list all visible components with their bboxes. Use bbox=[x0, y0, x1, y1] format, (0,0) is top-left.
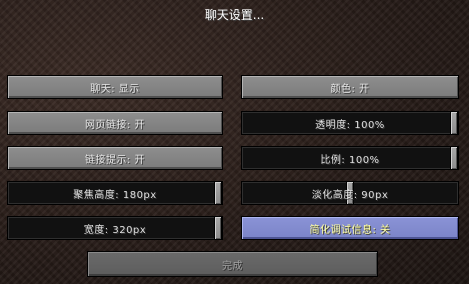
web-links-label: 网页链接: 开 bbox=[84, 119, 146, 131]
scale-label: 比例: 100% bbox=[320, 154, 380, 166]
done-button[interactable]: 完成 bbox=[87, 251, 378, 277]
chat-visibility-button[interactable]: 聊天: 显示 bbox=[7, 75, 223, 99]
reduced-debug-info-button[interactable]: 简化调试信息: 关 bbox=[241, 216, 459, 240]
reduced-debug-info-label: 简化调试信息: 关 bbox=[309, 224, 391, 236]
opacity-slider-knob[interactable] bbox=[450, 111, 458, 135]
focused-height-label: 聚焦高度: 180px bbox=[73, 189, 157, 201]
chat-colors-button[interactable]: 颜色: 开 bbox=[241, 75, 459, 99]
web-links-button[interactable]: 网页链接: 开 bbox=[7, 111, 223, 135]
done-label: 完成 bbox=[222, 260, 243, 272]
unfocused-height-slider[interactable]: 淡化高度: 90px bbox=[241, 181, 459, 205]
scale-slider[interactable]: 比例: 100% bbox=[241, 146, 459, 170]
opacity-slider[interactable]: 透明度: 100% bbox=[241, 111, 459, 135]
unfocused-height-label: 淡化高度: 90px bbox=[311, 189, 389, 201]
chat-colors-label: 颜色: 开 bbox=[330, 83, 370, 95]
link-prompt-button[interactable]: 链接提示: 开 bbox=[7, 146, 223, 170]
scale-slider-knob[interactable] bbox=[450, 146, 458, 170]
link-prompt-label: 链接提示: 开 bbox=[84, 154, 146, 166]
focused-height-slider[interactable]: 聚焦高度: 180px bbox=[7, 181, 223, 205]
width-label: 宽度: 320px bbox=[83, 224, 147, 236]
width-slider-knob[interactable] bbox=[214, 216, 222, 240]
width-slider[interactable]: 宽度: 320px bbox=[7, 216, 223, 240]
screen-title: 聊天设置... bbox=[204, 8, 265, 22]
chat-visibility-label: 聊天: 显示 bbox=[90, 83, 140, 95]
opacity-label: 透明度: 100% bbox=[315, 119, 385, 131]
focused-height-slider-knob[interactable] bbox=[214, 181, 222, 205]
